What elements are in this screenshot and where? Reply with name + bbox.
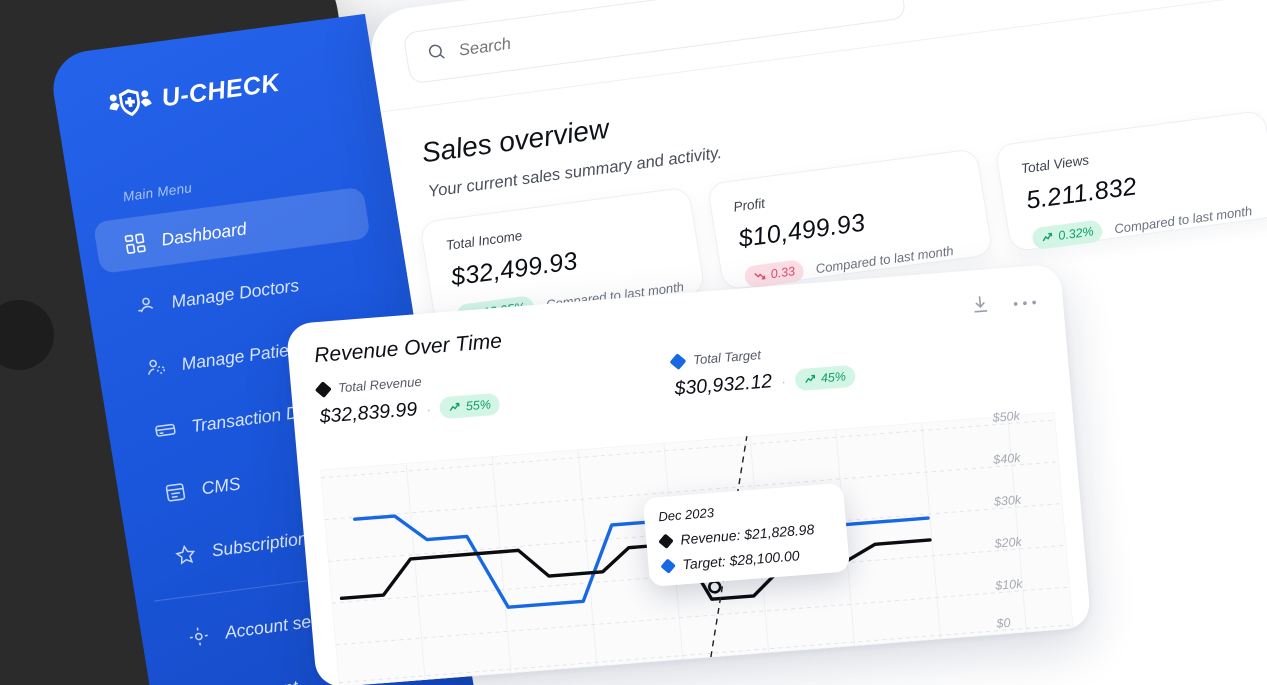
shield-medical-people-icon: [106, 85, 154, 120]
legend-total-target: Total Target $30,932.12 · 45%: [672, 340, 856, 401]
settings-icon: [187, 624, 211, 648]
stat-note: Compared to last month: [815, 243, 955, 276]
sidebar-item-label: Dashboard: [160, 218, 248, 250]
legend-delta-badge: 55%: [439, 392, 501, 419]
search-icon: [425, 41, 448, 67]
stat-card: Profit $10,499.93 0.33 Compared to last …: [707, 148, 994, 291]
chart-tooltip: Dec 2023 Revenue: $21,828.98 Target: $28…: [643, 483, 851, 587]
y-tick: $40k: [993, 451, 1021, 467]
stat-card: Total Views 5.211.832 0.32% Compared to …: [994, 110, 1267, 253]
stat-delta: 0.32%: [1057, 224, 1094, 243]
y-tick: $10k: [995, 577, 1023, 593]
legend-separator: ·: [426, 401, 432, 417]
legend-delta: 55%: [465, 397, 491, 413]
download-icon[interactable]: [969, 293, 992, 321]
y-tick: $20k: [994, 535, 1022, 551]
y-tick: $30k: [993, 493, 1021, 509]
sidebar-item-label: Account: [233, 676, 299, 685]
legend-name: Total Revenue: [338, 374, 423, 395]
legend-diamond-icon: [315, 381, 332, 398]
legend-name: Total Target: [693, 347, 762, 367]
sidebar-item-label: CMS: [200, 473, 242, 499]
tooltip-row: Revenue: $21,828.98: [660, 520, 833, 549]
more-dots-icon[interactable]: [1012, 293, 1038, 313]
legend-head: Total Revenue: [317, 368, 498, 397]
tooltip-diamond-icon: [658, 533, 674, 548]
tooltip-label: Revenue: $21,828.98: [680, 521, 815, 547]
legend-head: Total Target: [672, 340, 853, 369]
sidebar-item-label: Subscriptions: [210, 526, 318, 561]
tooltip-title: Dec 2023: [658, 496, 831, 524]
legend-value: $32,839.99: [319, 398, 419, 429]
legend-delta: 45%: [820, 369, 846, 385]
card-icon: [153, 418, 177, 442]
y-tick: $50k: [992, 409, 1020, 425]
legend-total-revenue: Total Revenue $32,839.99 · 55%: [317, 368, 501, 429]
legend-diamond-icon: [670, 353, 687, 370]
cms-icon: [163, 480, 187, 504]
sidebar-item-label: Manage Doctors: [170, 274, 301, 312]
grid-icon: [123, 231, 147, 255]
revenue-over-time-card: Revenue Over Time Total Re: [285, 263, 1091, 685]
app-plane: U-CHECK Main Menu Dashboard: [48, 0, 1267, 685]
revenue-card-actions: [969, 289, 1038, 320]
legend-separator: ·: [780, 373, 786, 389]
subscription-icon: [173, 542, 197, 566]
y-tick: $0: [996, 616, 1011, 631]
patients-icon: [143, 356, 167, 380]
legend-value-row: $32,839.99 · 55%: [319, 392, 501, 429]
tooltip-row: Target: $28,100.00: [662, 545, 835, 574]
stat-delta: 0.33: [770, 264, 796, 281]
search-input[interactable]: [458, 0, 883, 61]
legend-value: $30,932.12: [674, 370, 774, 401]
status-badge: 0.32%: [1031, 219, 1104, 250]
legend-value-row: $30,932.12 · 45%: [674, 364, 856, 401]
legend-delta-badge: 45%: [794, 364, 856, 391]
stat-note: Compared to last month: [1113, 203, 1253, 236]
doctor-icon: [133, 294, 157, 318]
tooltip-diamond-icon: [660, 558, 676, 573]
tooltip-label: Target: $28,100.00: [682, 547, 800, 572]
